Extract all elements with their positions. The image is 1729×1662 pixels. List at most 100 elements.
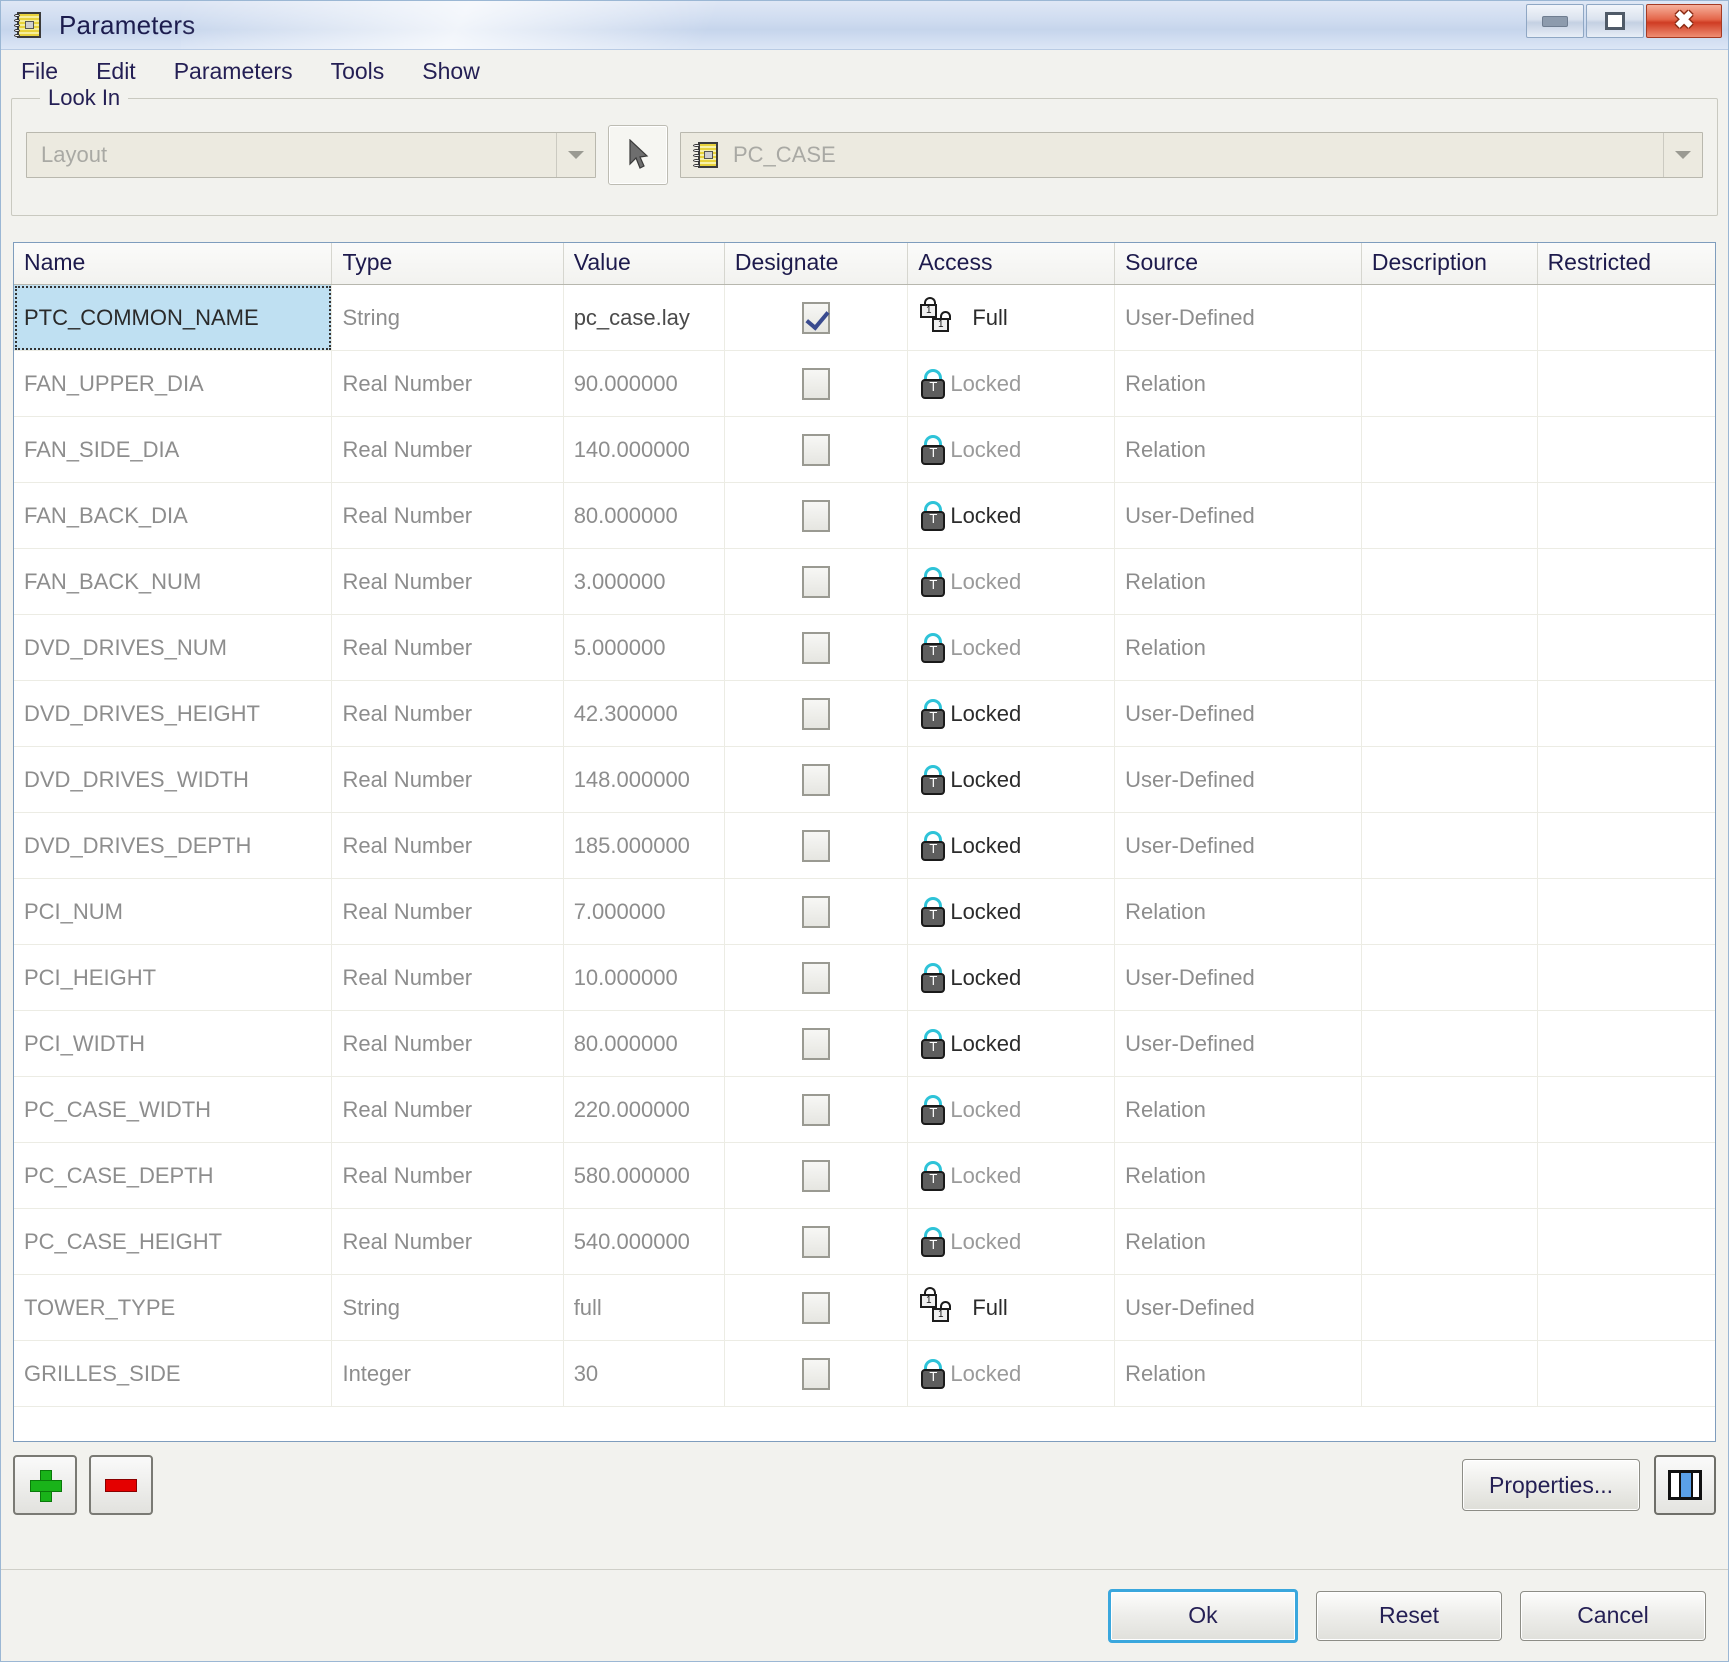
close-button[interactable]: ✖: [1646, 4, 1722, 38]
cell-designate[interactable]: [724, 746, 909, 813]
chevron-down-icon[interactable]: [556, 133, 595, 177]
cell-restricted[interactable]: [1537, 1340, 1715, 1407]
cell-description[interactable]: [1361, 680, 1538, 747]
cell-type[interactable]: Real Number: [331, 482, 564, 549]
cell-restricted[interactable]: [1537, 878, 1715, 945]
cell-description[interactable]: [1361, 1076, 1538, 1143]
cell-source[interactable]: User-Defined: [1114, 1274, 1362, 1341]
table-row[interactable]: GRILLES_SIDEInteger30 Locked Relation: [14, 1340, 1715, 1407]
table-row[interactable]: PC_CASE_DEPTHReal Number580.000000 Locked…: [14, 1142, 1715, 1209]
cell-type[interactable]: Real Number: [331, 614, 564, 681]
cell-designate[interactable]: [724, 350, 909, 417]
designate-checkbox[interactable]: [802, 433, 831, 466]
cell-source[interactable]: Relation: [1114, 1208, 1362, 1275]
cell-access[interactable]: Locked: [907, 812, 1116, 879]
designate-checkbox[interactable]: [802, 1159, 831, 1192]
select-object-button[interactable]: [608, 125, 668, 185]
table-row[interactable]: FAN_BACK_DIAReal Number80.000000 Locked Us…: [14, 482, 1715, 549]
cell-restricted[interactable]: [1537, 1076, 1715, 1143]
table-row[interactable]: FAN_UPPER_DIAReal Number90.000000 Locked R…: [14, 350, 1715, 417]
cell-type[interactable]: Real Number: [331, 680, 564, 747]
cell-restricted[interactable]: [1537, 746, 1715, 813]
cell-source[interactable]: Relation: [1114, 1340, 1362, 1407]
cell-name[interactable]: FAN_SIDE_DIA: [14, 416, 333, 483]
cell-value[interactable]: 580.000000: [563, 1142, 725, 1209]
cell-name[interactable]: DVD_DRIVES_HEIGHT: [14, 680, 333, 747]
cell-designate[interactable]: [724, 1142, 909, 1209]
menu-item-tools[interactable]: Tools: [327, 56, 389, 87]
remove-parameter-button[interactable]: [89, 1455, 153, 1515]
cell-source[interactable]: User-Defined: [1114, 680, 1362, 747]
cell-source[interactable]: User-Defined: [1114, 1010, 1362, 1077]
cell-source[interactable]: User-Defined: [1114, 812, 1362, 879]
cell-access[interactable]: Locked: [907, 614, 1116, 681]
cell-description[interactable]: [1361, 878, 1538, 945]
cell-designate[interactable]: [724, 1274, 909, 1341]
table-row[interactable]: DVD_DRIVES_WIDTHReal Number148.000000 Loc…: [14, 746, 1715, 813]
cancel-button[interactable]: Cancel: [1520, 1590, 1706, 1641]
cell-source[interactable]: User-Defined: [1114, 284, 1362, 351]
cell-restricted[interactable]: [1537, 1208, 1715, 1275]
cell-designate[interactable]: [724, 680, 909, 747]
cell-name[interactable]: PC_CASE_WIDTH: [14, 1076, 333, 1143]
designate-checkbox[interactable]: [802, 1291, 831, 1324]
cell-type[interactable]: Real Number: [331, 812, 564, 879]
cell-description[interactable]: [1361, 350, 1538, 417]
cell-access[interactable]: 1 1 Full: [907, 1274, 1116, 1341]
cell-restricted[interactable]: [1537, 416, 1715, 483]
cell-type[interactable]: String: [331, 1274, 564, 1341]
cell-description[interactable]: [1361, 416, 1538, 483]
minimize-button[interactable]: [1526, 4, 1584, 38]
cell-name[interactable]: PCI_WIDTH: [14, 1010, 333, 1077]
scope-select[interactable]: Layout: [26, 132, 596, 178]
cell-name[interactable]: PC_CASE_DEPTH: [14, 1142, 333, 1209]
table-row[interactable]: DVD_DRIVES_DEPTHReal Number185.000000 Loc…: [14, 812, 1715, 879]
cell-designate[interactable]: [724, 416, 909, 483]
cell-type[interactable]: Real Number: [331, 416, 564, 483]
cell-access[interactable]: Locked: [907, 416, 1116, 483]
cell-description[interactable]: [1361, 1274, 1538, 1341]
cell-description[interactable]: [1361, 944, 1538, 1011]
cell-restricted[interactable]: [1537, 614, 1715, 681]
column-header-source[interactable]: Source: [1114, 243, 1362, 285]
column-header-restricted[interactable]: Restricted: [1537, 243, 1715, 285]
cell-name[interactable]: DVD_DRIVES_NUM: [14, 614, 333, 681]
cell-value[interactable]: 42.300000: [563, 680, 725, 747]
cell-value[interactable]: 5.000000: [563, 614, 725, 681]
customize-columns-button[interactable]: [1654, 1455, 1716, 1515]
cell-name[interactable]: FAN_BACK_NUM: [14, 548, 333, 615]
designate-checkbox[interactable]: [802, 367, 831, 400]
cell-value[interactable]: pc_case.lay: [563, 284, 725, 351]
cell-restricted[interactable]: [1537, 812, 1715, 879]
cell-name[interactable]: PCI_HEIGHT: [14, 944, 333, 1011]
designate-checkbox[interactable]: [802, 1027, 831, 1060]
table-row[interactable]: PTC_COMMON_NAME String pc_case.lay 1 1 Full Us…: [14, 284, 1715, 351]
cell-access[interactable]: Locked: [907, 548, 1116, 615]
cell-description[interactable]: [1361, 746, 1538, 813]
cell-description[interactable]: [1361, 614, 1538, 681]
cell-type[interactable]: Real Number: [331, 1142, 564, 1209]
properties-button[interactable]: Properties...: [1462, 1459, 1640, 1511]
cell-description[interactable]: [1361, 482, 1538, 549]
cell-source[interactable]: Relation: [1114, 350, 1362, 417]
cell-value[interactable]: 90.000000: [563, 350, 725, 417]
cell-restricted[interactable]: [1537, 350, 1715, 417]
cell-source[interactable]: User-Defined: [1114, 746, 1362, 813]
cell-description[interactable]: [1361, 1142, 1538, 1209]
cell-type[interactable]: Real Number: [331, 548, 564, 615]
cell-restricted[interactable]: [1537, 1274, 1715, 1341]
cell-restricted[interactable]: [1537, 680, 1715, 747]
table-row[interactable]: FAN_BACK_NUMReal Number3.000000 Locked Rel…: [14, 548, 1715, 615]
cell-value[interactable]: 10.000000: [563, 944, 725, 1011]
cell-description[interactable]: [1361, 1208, 1538, 1275]
cell-source[interactable]: Relation: [1114, 614, 1362, 681]
table-row[interactable]: PCI_HEIGHTReal Number10.000000 Locked User…: [14, 944, 1715, 1011]
cell-access[interactable]: Locked: [907, 944, 1116, 1011]
cell-designate[interactable]: [724, 284, 909, 351]
cell-source[interactable]: User-Defined: [1114, 482, 1362, 549]
designate-checkbox[interactable]: [802, 763, 831, 796]
cell-value[interactable]: 185.000000: [563, 812, 725, 879]
cell-source[interactable]: Relation: [1114, 1142, 1362, 1209]
column-header-description[interactable]: Description: [1361, 243, 1538, 285]
cell-name[interactable]: GRILLES_SIDE: [14, 1340, 333, 1407]
